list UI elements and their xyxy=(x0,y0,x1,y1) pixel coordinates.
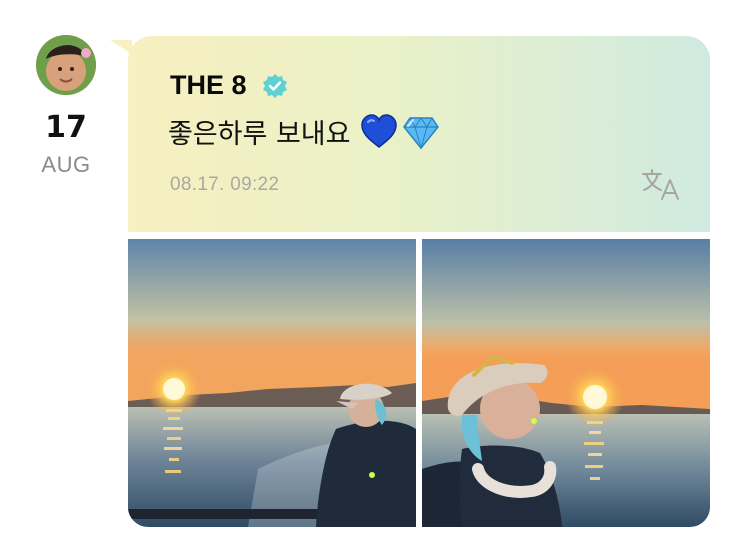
blue-heart-icon xyxy=(361,114,397,148)
verified-badge-icon xyxy=(263,74,287,98)
sunset-photo-left xyxy=(128,239,416,527)
sunset-photo-right xyxy=(422,239,710,527)
post-timestamp: 08.17. 09:22 xyxy=(170,174,280,195)
date-month: AUG xyxy=(41,152,91,177)
photo-sunset-right[interactable] xyxy=(422,239,710,527)
avatar-image xyxy=(36,35,96,95)
profile-avatar[interactable] xyxy=(36,35,96,95)
date-day: 17 xyxy=(45,110,87,145)
photo-sunset-left[interactable] xyxy=(128,239,416,527)
author-name: THE 8 xyxy=(170,70,247,100)
translate-icon[interactable] xyxy=(640,168,682,202)
gem-icon xyxy=(403,117,439,150)
message-text: 좋은하루 보내요 xyxy=(168,119,351,150)
